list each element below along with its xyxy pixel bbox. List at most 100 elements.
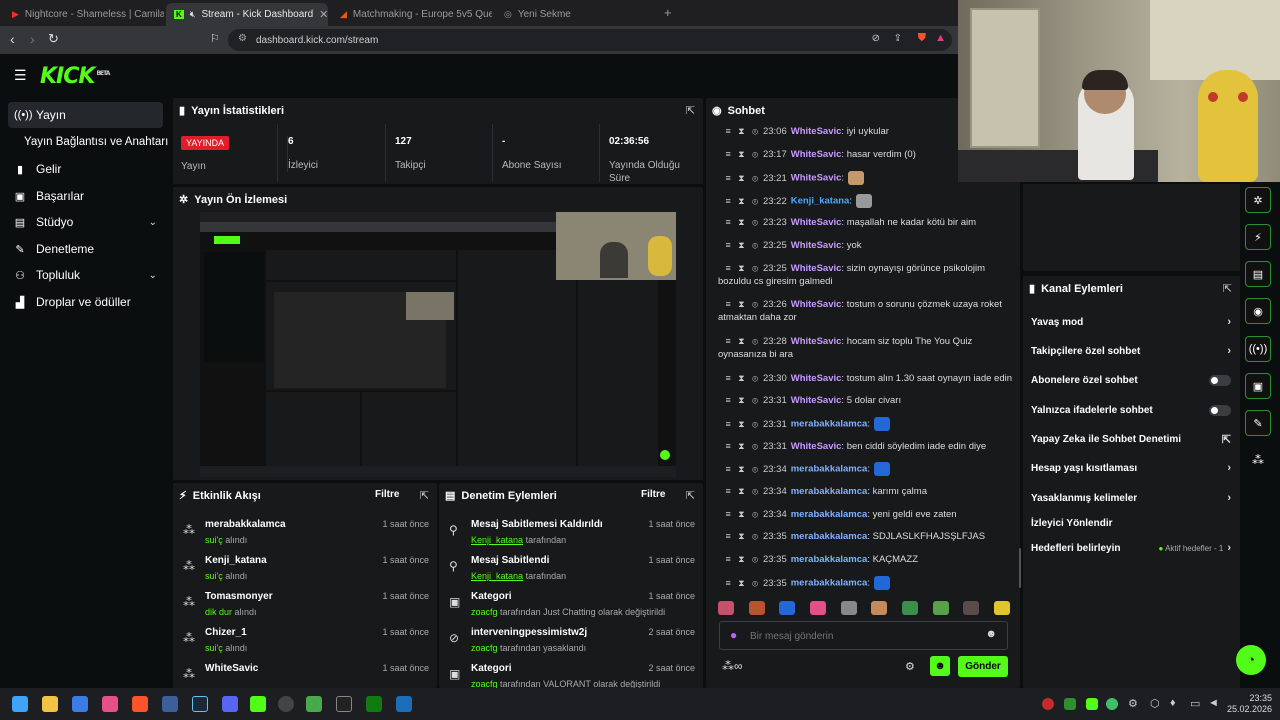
- emote-menu-icon[interactable]: ☻: [930, 656, 950, 676]
- sidebar-item-stream-key[interactable]: Yayın Bağlantısı ve Anahtarı: [18, 129, 178, 155]
- stream-preview-video[interactable]: [200, 212, 676, 477]
- share-icon[interactable]: ⇪: [894, 33, 902, 44]
- emote-icon[interactable]: [779, 601, 796, 615]
- rail-preview-icon[interactable]: ✲: [1245, 187, 1271, 213]
- mic-icon[interactable]: ●: [730, 628, 737, 642]
- volume-icon[interactable]: ◄: [1208, 697, 1219, 709]
- chat-message[interactable]: ≡ ⧗ ⊚ 23:23 WhiteSavic: maşallah ne kadar …: [718, 216, 1013, 229]
- mod-badges-icon[interactable]: ≡ ⧗ ⊚: [718, 419, 758, 429]
- xbox-icon[interactable]: [366, 696, 382, 712]
- tray-icon[interactable]: ⚙: [1128, 697, 1138, 710]
- site-settings-icon[interactable]: ⚙: [238, 33, 247, 44]
- chevron-down-icon[interactable]: ⌄: [149, 217, 157, 228]
- popout-icon[interactable]: ⇱: [686, 489, 695, 502]
- forward-icon[interactable]: ›: [30, 31, 35, 47]
- emote-icon[interactable]: [932, 601, 949, 615]
- kick-app-icon[interactable]: [250, 696, 266, 712]
- chat-username[interactable]: merabakkalamca: [791, 578, 868, 589]
- chat-username[interactable]: WhiteSavic: [791, 263, 842, 274]
- emotes-only-toggle[interactable]: [1209, 404, 1231, 416]
- chat-message[interactable]: ≡ ⧗ ⊚ 23:34 merabakkalamca:: [718, 462, 1013, 476]
- network-icon[interactable]: ▭: [1190, 697, 1200, 710]
- emoji-picker-icon[interactable]: ☻: [985, 628, 997, 640]
- nvidia-icon[interactable]: [1064, 698, 1076, 710]
- emote-icon[interactable]: [871, 601, 888, 615]
- chat-message[interactable]: ≡ ⧗ ⊚ 23:34 merabakkalamca: yeni geldi eve…: [718, 508, 1013, 521]
- list-item[interactable]: ⁂ Chizer_1 sui'ç alındı 1 saat önce: [179, 625, 429, 661]
- chat-message[interactable]: ≡ ⧗ ⊚ 23:30 WhiteSavic: tostum alın 1.30 s…: [718, 372, 1013, 385]
- chat-username[interactable]: WhiteSavic: [791, 336, 842, 347]
- chat-username[interactable]: merabakkalamca: [791, 486, 868, 497]
- rail-chat-icon[interactable]: ◉: [1245, 298, 1271, 324]
- brave-icon[interactable]: [132, 696, 148, 712]
- chat-message[interactable]: ≡ ⧗ ⊚ 23:35 merabakkalamca: SDJLASLKFHAJSŞ…: [718, 530, 1013, 543]
- subscribers-only-toggle[interactable]: [1209, 374, 1231, 386]
- mod-badges-icon[interactable]: ≡ ⧗ ⊚: [718, 464, 758, 474]
- chat-message[interactable]: ≡ ⧗ ⊚ 23:26 WhiteSavic: tostum o sorunu çö…: [718, 298, 1013, 324]
- chat-username[interactable]: merabakkalamca: [791, 531, 868, 542]
- send-button[interactable]: Gönder: [958, 656, 1008, 677]
- rail-broadcast-icon[interactable]: ((•)): [1245, 336, 1271, 362]
- sidebar-item-denetleme[interactable]: ✎ Denetleme: [8, 236, 163, 262]
- microphone-icon[interactable]: ♦: [1170, 697, 1176, 709]
- chevron-down-icon[interactable]: ⌄: [149, 270, 157, 281]
- feed-filter-button[interactable]: Filtre: [375, 489, 399, 500]
- rail-bolt-icon[interactable]: ⚡︎: [1245, 224, 1271, 250]
- bookmark-icon[interactable]: ⚐: [210, 32, 220, 45]
- chat-settings-icon[interactable]: ⚙: [905, 660, 915, 673]
- mod-badges-icon[interactable]: ≡ ⧗ ⊚: [718, 217, 758, 227]
- chat-input[interactable]: [750, 627, 970, 645]
- chat-emote-icon[interactable]: [856, 194, 872, 208]
- sidebar-item-droplar[interactable]: ▟ Droplar ve ödüller: [8, 289, 163, 315]
- chat-message[interactable]: ≡ ⧗ ⊚ 23:31 WhiteSavic: 5 dolar civarı: [718, 394, 1013, 407]
- chat-message[interactable]: ≡ ⧗ ⊚ 23:34 merabakkalamca: karımı çalma: [718, 485, 1013, 498]
- mod-badges-icon[interactable]: ≡ ⧗ ⊚: [718, 126, 758, 136]
- sidebar-item-studyo[interactable]: ▤ Stüdyo ⌄: [8, 209, 163, 235]
- mod-badges-icon[interactable]: ≡ ⧗ ⊚: [718, 395, 758, 405]
- chat-message[interactable]: ≡ ⧗ ⊚ 23:31 WhiteSavic: ben ciddi söyledim…: [718, 440, 1013, 453]
- kick-points-icon[interactable]: ⁂∞: [722, 659, 743, 673]
- rail-kick-points-icon[interactable]: ⁂: [1252, 453, 1264, 467]
- menu-icon[interactable]: ☰: [14, 67, 27, 84]
- followers-only-row[interactable]: Takipçilere özel sohbet ›: [1031, 341, 1231, 361]
- chat-username[interactable]: merabakkalamca: [791, 464, 868, 475]
- tab-matchmaking[interactable]: ◢ Matchmaking - Europe 5v5 Queue -: [332, 3, 492, 26]
- chat-message[interactable]: ≡ ⧗ ⊚ 23:35 merabakkalamca: KAÇMAZZ: [718, 553, 1013, 566]
- chat-message[interactable]: ≡ ⧗ ⊚ 23:31 merabakkalamca:: [718, 417, 1013, 431]
- chat-username[interactable]: merabakkalamca: [791, 419, 868, 430]
- chat-username[interactable]: WhiteSavic: [791, 299, 842, 310]
- clock[interactable]: 23:35 25.02.2026: [1226, 693, 1272, 715]
- mod-badges-icon[interactable]: ≡ ⧗ ⊚: [718, 509, 758, 519]
- mod-badges-icon[interactable]: ≡ ⧗ ⊚: [718, 486, 758, 496]
- mod-badges-icon[interactable]: ≡ ⧗ ⊚: [718, 173, 758, 183]
- sidebar-item-yayin[interactable]: ((•)) Yayın: [8, 102, 163, 128]
- tray-icon[interactable]: ⬡: [1150, 697, 1160, 710]
- sidebar-item-topluluk[interactable]: ⚇ Topluluk ⌄: [8, 262, 163, 288]
- rail-document-icon[interactable]: ▤: [1245, 261, 1271, 287]
- tray-icon[interactable]: [1106, 698, 1118, 710]
- slow-mode-row[interactable]: Yavaş mod ›: [1031, 312, 1231, 332]
- tray-icon[interactable]: [1086, 698, 1098, 710]
- mod-badges-icon[interactable]: ≡ ⧗ ⊚: [718, 336, 758, 346]
- goals-row[interactable]: Hedefleri belirleyin ● Aktif hedefler - …: [1031, 538, 1231, 558]
- brave-shield-icon[interactable]: ⛊: [918, 32, 926, 45]
- muted-site-icon[interactable]: ⊘: [872, 33, 880, 44]
- mod-badges-icon[interactable]: ≡ ⧗ ⊚: [718, 578, 758, 588]
- rewards-icon[interactable]: ▲: [935, 32, 946, 44]
- chat-username[interactable]: Kenji_katana: [791, 196, 850, 207]
- banned-words-row[interactable]: Yasaklanmış kelimeler ›: [1031, 488, 1231, 508]
- popout-icon[interactable]: ⇱: [1223, 282, 1232, 295]
- ai-moderation-row[interactable]: Yapay Zeka ile Sohbet Denetimi ⇱: [1031, 429, 1231, 449]
- feed-user[interactable]: WhiteSavic: [205, 663, 258, 674]
- chat-message[interactable]: ≡ ⧗ ⊚ 23:25 WhiteSavic: yok: [718, 239, 1013, 252]
- mod-badges-icon[interactable]: ≡ ⧗ ⊚: [718, 554, 758, 564]
- discord-icon[interactable]: [222, 696, 238, 712]
- tab-nightcore[interactable]: ▶ Nightcore - Shameless | Camila C: [4, 3, 164, 26]
- raid-row[interactable]: İzleyici Yönlendir: [1031, 513, 1231, 533]
- tray-icon[interactable]: [1042, 698, 1054, 710]
- mod-badges-icon[interactable]: ≡ ⧗ ⊚: [718, 240, 758, 250]
- emote-icon[interactable]: [993, 601, 1010, 615]
- chat-emote-icon[interactable]: [848, 171, 865, 185]
- modlog-filter-button[interactable]: Filtre: [641, 489, 665, 500]
- back-icon[interactable]: ‹: [10, 31, 15, 47]
